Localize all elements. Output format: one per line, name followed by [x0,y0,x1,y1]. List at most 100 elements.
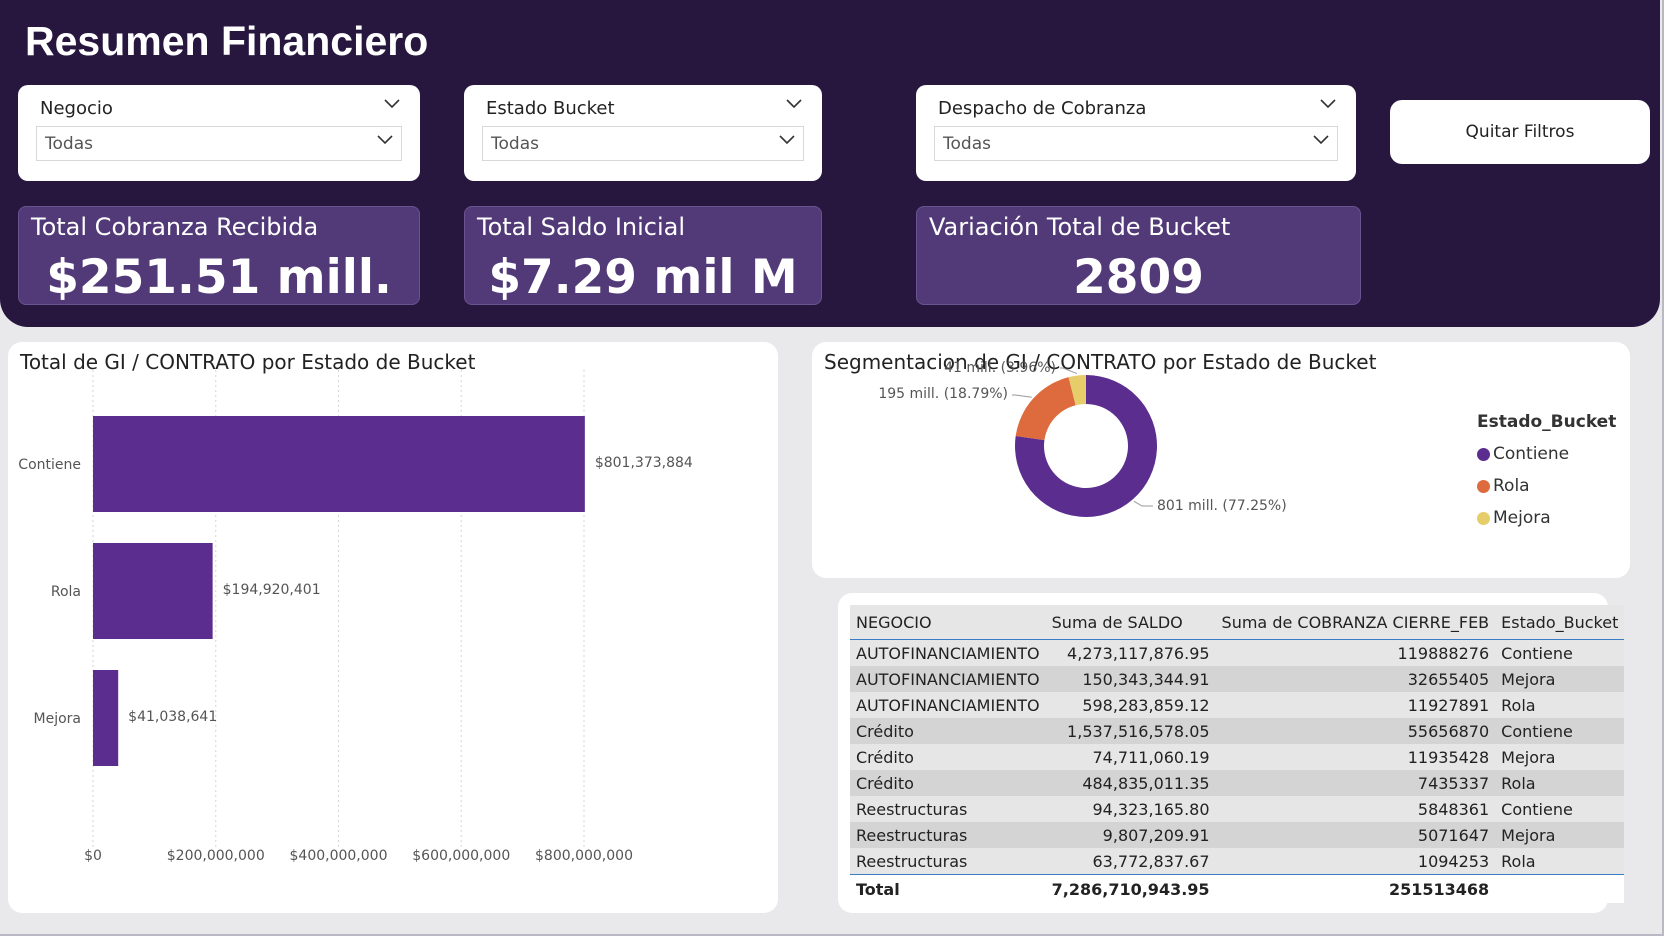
cell-cobranza: 55656870 [1215,718,1496,744]
cell-estado-bucket: Mejora [1495,822,1625,848]
chevron-down-icon [377,135,393,145]
legend-item-rola[interactable]: Rola [1477,470,1616,502]
category-label: Mejora [34,711,81,727]
cell-negocio: Crédito [850,770,1046,796]
data-label: $194,920,401 [223,582,321,598]
table-row[interactable]: Crédito 484,835,011.35 7435337 Rola [850,770,1625,796]
chevron-down-icon[interactable] [1320,99,1336,109]
cell-estado-bucket: Mejora [1495,744,1625,770]
cell-estado-bucket: Contiene [1495,639,1625,666]
column-header-cobranza[interactable]: Suma de COBRANZA CIERRE_FEB [1215,605,1496,640]
category-label: Contiene [18,457,81,473]
slice-data-label: 801 mill. (77.25%) [1157,498,1287,514]
cell-negocio: AUTOFINANCIAMIENTO [850,666,1046,692]
kpi-label: Total Saldo Inicial [477,213,686,241]
cell-cobranza: 5848361 [1215,796,1496,822]
slicer-value: Todas [45,134,93,154]
header-panel: Resumen Financiero Negocio Todas Estado … [0,0,1660,327]
kpi-card-total-cobranza: Total Cobranza Recibida $251.51 mill. [18,206,420,305]
cell-estado-bucket: Mejora [1495,666,1625,692]
total-estado [1495,874,1625,903]
kpi-label: Variación Total de Bucket [929,213,1231,241]
kpi-value: $251.51 mill. [46,250,392,305]
leader-line [1133,500,1153,507]
legend-label: Rola [1493,476,1530,496]
chart-legend: Estado_Bucket Contiene Rola Mejora [1477,412,1616,534]
cell-cobranza: 7435337 [1215,770,1496,796]
legend-dot [1477,479,1490,493]
kpi-label: Total Cobranza Recibida [31,213,319,241]
cell-negocio: Reestructuras [850,848,1046,875]
cell-saldo: 63,772,837.67 [1045,848,1216,875]
slice-data-label: 41 mill. (3.96%) [944,360,1056,376]
cell-negocio: AUTOFINANCIAMIENTO [850,639,1046,666]
x-tick-label: $600,000,000 [412,848,510,864]
legend-dot [1477,447,1490,461]
cell-estado-bucket: Rola [1495,692,1625,718]
cell-cobranza: 1094253 [1215,848,1496,875]
column-header-negocio[interactable]: NEGOCIO [850,605,1046,640]
cell-negocio: Crédito [850,718,1046,744]
cell-estado-bucket: Rola [1495,848,1625,875]
slicer-despacho-cobranza[interactable]: Despacho de Cobranza Todas [916,85,1356,181]
cell-saldo: 484,835,011.35 [1045,770,1216,796]
cell-estado-bucket: Rola [1495,770,1625,796]
table-row[interactable]: AUTOFINANCIAMIENTO 4,273,117,876.95 119888… [850,639,1625,666]
slicer-label: Despacho de Cobranza [938,98,1147,119]
bar-contiene[interactable] [93,416,585,512]
data-label: $41,038,641 [128,709,217,725]
cell-saldo: 598,283,859.12 [1045,692,1216,718]
x-tick-label: $200,000,000 [167,848,265,864]
cell-saldo: 4,273,117,876.95 [1045,639,1216,666]
slice-data-label: 195 mill. (18.79%) [878,386,1008,402]
page-title: Resumen Financiero [25,18,429,64]
cell-saldo: 1,537,516,578.05 [1045,718,1216,744]
table-row[interactable]: AUTOFINANCIAMIENTO 598,283,859.12 11927891… [850,692,1625,718]
table-row[interactable]: Crédito 74,711,060.19 11935428 Mejora [850,744,1625,770]
x-tick-label: $400,000,000 [290,848,388,864]
total-label: Total [850,874,1046,903]
cell-cobranza: 5071647 [1215,822,1496,848]
slicer-label: Estado Bucket [486,98,615,119]
leader-line [1060,367,1078,375]
slicer-dropdown[interactable]: Todas [36,126,402,161]
slicer-negocio[interactable]: Negocio Todas [18,85,420,181]
legend-item-contiene[interactable]: Contiene [1477,438,1616,470]
bar-rola[interactable] [93,543,213,639]
kpi-value: 2809 [1073,250,1204,305]
legend-item-mejora[interactable]: Mejora [1477,502,1616,534]
slice-rola[interactable] [1015,377,1076,441]
chevron-down-icon[interactable] [384,99,400,109]
table-row[interactable]: Crédito 1,537,516,578.05 55656870 Contiene [850,718,1625,744]
table-row[interactable]: Reestructuras 9,807,209.91 5071647 Mejora [850,822,1625,848]
cell-negocio: Reestructuras [850,822,1046,848]
cell-cobranza: 11927891 [1215,692,1496,718]
clear-filters-button[interactable]: Quitar Filtros [1390,100,1650,164]
cell-estado-bucket: Contiene [1495,796,1625,822]
cell-saldo: 94,323,165.80 [1045,796,1216,822]
table-row[interactable]: AUTOFINANCIAMIENTO 150,343,344.91 32655405… [850,666,1625,692]
data-label: $801,373,884 [595,455,693,471]
cell-cobranza: 119888276 [1215,639,1496,666]
legend-label: Contiene [1493,444,1570,464]
donut-chart: 801 mill. (77.25%) 195 mill. (18.79%) 41 m… [878,360,1287,517]
chevron-down-icon[interactable] [786,99,802,109]
column-header-estado-bucket[interactable]: Estado_Bucket [1495,605,1625,640]
leader-line [1012,394,1032,398]
cell-negocio: AUTOFINANCIAMIENTO [850,692,1046,718]
table-row[interactable]: Reestructuras 63,772,837.67 1094253 Rola [850,848,1625,875]
column-header-saldo[interactable]: Suma de SALDO [1045,605,1216,640]
slicer-value: Todas [943,134,991,154]
legend-title: Estado_Bucket [1477,412,1617,432]
table-card: NEGOCIO Suma de SALDO Suma de COBRANZA C… [838,593,1625,913]
cell-cobranza: 11935428 [1215,744,1496,770]
slicer-dropdown[interactable]: Todas [934,126,1338,161]
slicer-estado-bucket[interactable]: Estado Bucket Todas [464,85,822,181]
bar-mejora[interactable] [93,670,119,766]
cell-negocio: Reestructuras [850,796,1046,822]
slicer-dropdown[interactable]: Todas [482,126,804,161]
slicer-value: Todas [491,134,539,154]
table-header-row: NEGOCIO Suma de SALDO Suma de COBRANZA C… [850,605,1625,640]
table-total-row: Total 7,286,710,943.95 251513468 [850,874,1625,903]
table-row[interactable]: Reestructuras 94,323,165.80 5848361 Contien… [850,796,1625,822]
